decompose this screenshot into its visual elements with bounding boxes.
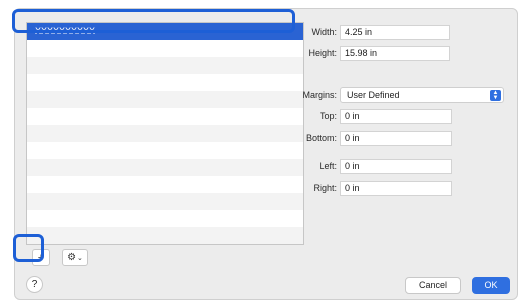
chevron-updown-icon: ▲ ▼ <box>490 90 501 101</box>
top-margin-label: Top: <box>319 111 337 121</box>
width-label: Width: <box>311 27 337 37</box>
list-item[interactable] <box>27 40 303 57</box>
list-item[interactable] <box>27 176 303 193</box>
custom-paper-size-dialog: XXXXXXXXXX + ⚙ ⌄ Width: 4.25 in Height: 1… <box>14 8 518 300</box>
margins-select[interactable]: User Defined ▲ ▼ <box>340 87 504 103</box>
action-menu-button[interactable]: ⚙ ⌄ <box>62 249 88 266</box>
list-item[interactable] <box>27 108 303 125</box>
list-item[interactable] <box>27 57 303 74</box>
list-item[interactable] <box>27 125 303 142</box>
margins-label: Margins: <box>302 90 337 100</box>
cancel-button[interactable]: Cancel <box>405 277 461 294</box>
list-item-selected[interactable]: XXXXXXXXXX <box>27 23 303 40</box>
height-label: Height: <box>308 48 337 58</box>
left-margin-label: Left: <box>319 161 337 171</box>
list-item[interactable] <box>27 193 303 210</box>
gear-icon: ⚙ <box>67 252 77 263</box>
margins-selected-value: User Defined <box>347 90 400 100</box>
width-field[interactable]: 4.25 in <box>340 25 450 40</box>
bottom-margin-label: Bottom: <box>305 133 337 143</box>
left-margin-field[interactable]: 0 in <box>340 159 452 174</box>
right-margin-field[interactable]: 0 in <box>340 181 452 196</box>
list-item[interactable] <box>27 91 303 108</box>
bottom-margin-field[interactable]: 0 in <box>340 131 452 146</box>
top-margin-field[interactable]: 0 in <box>340 109 452 124</box>
add-paper-size-button[interactable]: + <box>32 249 50 266</box>
help-button[interactable]: ? <box>26 276 43 293</box>
chevron-down-icon: ⌄ <box>77 254 83 262</box>
list-item[interactable] <box>27 74 303 91</box>
paper-size-list[interactable]: XXXXXXXXXX <box>26 22 304 245</box>
list-item[interactable] <box>27 210 303 227</box>
list-item[interactable] <box>27 227 303 244</box>
right-margin-label: Right: <box>313 183 337 193</box>
list-item[interactable] <box>27 159 303 176</box>
list-item[interactable] <box>27 142 303 159</box>
ok-button[interactable]: OK <box>472 277 510 294</box>
height-field[interactable]: 15.98 in <box>340 46 450 61</box>
